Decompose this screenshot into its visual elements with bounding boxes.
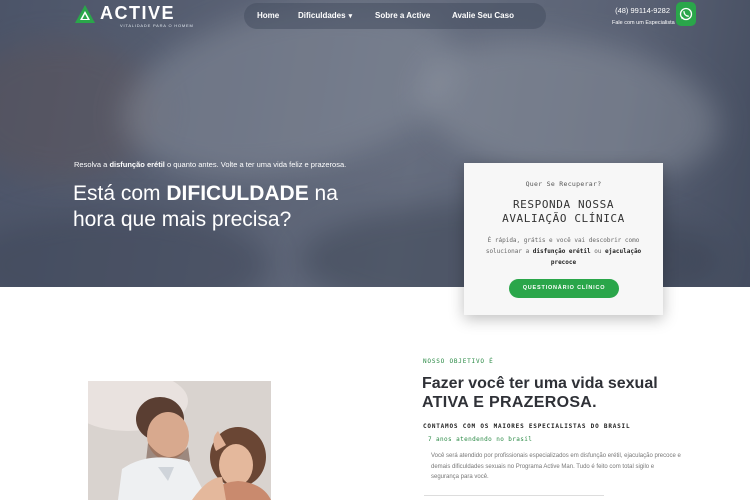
brand-logo[interactable]: ACTIVE VITALIDADE PARA O HOMEM [74, 4, 194, 28]
questionnaire-button[interactable]: QUESTIONÁRIO CLÍNICO [509, 279, 619, 298]
card-title-line: AVALIAÇÃO CLÍNICA [502, 212, 625, 225]
hero-title-text: hora que mais precisa? [73, 208, 292, 231]
hero-title: Está com DIFICULDADE na hora que mais pr… [73, 181, 338, 233]
chevron-down-icon: ▾ [348, 13, 353, 20]
brand-name: ACTIVE [100, 3, 176, 23]
hero-subtitle-text: o quanto antes. Volte a ter uma vida fel… [164, 160, 347, 169]
nav-item-label: Dificuldades [298, 11, 346, 20]
nav-item-avalie[interactable]: Avalie Seu Caso [452, 11, 514, 20]
card-kicker: Quer Se Recuperar? [525, 180, 602, 188]
couple-photo [88, 381, 271, 500]
objective-title: Fazer você ter uma vida sexual ATIVA E P… [422, 374, 658, 412]
hero-subtitle-text: Resolva a [74, 160, 110, 169]
hero-title-text: na [308, 182, 338, 205]
brand-tagline: VITALIDADE PARA O HOMEM [120, 23, 194, 28]
objective-kicker: NOSSO OBJETIVO É [423, 358, 494, 365]
clinical-evaluation-card: Quer Se Recuperar? RESPONDA NOSSA AVALIA… [464, 163, 663, 315]
nav-item-home[interactable]: Home [257, 11, 279, 20]
card-title: RESPONDA NOSSA AVALIAÇÃO CLÍNICA [464, 198, 663, 226]
specialists-subtitle: 7 anos atendendo no brasil [428, 436, 533, 443]
specialists-title: CONTAMOS COM OS MAIORES ESPECIALISTAS DO… [423, 423, 631, 430]
objective-body-text: Você será atendido por profissionais esp… [431, 453, 681, 480]
objective-title-emphasis: ATIVA E PRAZEROSA. [422, 394, 597, 411]
phone-number[interactable]: (48) 99114-9282 [612, 6, 670, 15]
main-nav: Home Dificuldades ▾ Sobre a Active Avalie… [244, 3, 546, 29]
card-text-emphasis: disfunção erétil [532, 248, 591, 255]
nav-item-label: Sobre a Active [375, 11, 431, 20]
divider [424, 495, 604, 496]
logo-triangle-icon [74, 4, 96, 24]
nav-item-sobre[interactable]: Sobre a Active [375, 11, 430, 20]
hero-title-text: Está com [73, 182, 167, 205]
card-title-line: RESPONDA NOSSA [512, 198, 615, 211]
whatsapp-icon[interactable] [676, 2, 696, 26]
hero-subtitle-emphasis: disfunção erétil [109, 160, 165, 169]
objective-title-line: Fazer você ter uma vida sexual [422, 375, 658, 392]
nav-item-label: Home [257, 11, 280, 20]
nav-item-label: Avalie Seu Caso [452, 11, 514, 20]
card-text: ou [590, 248, 606, 255]
hero-title-emphasis: DIFICULDADE [166, 182, 309, 205]
hero-subtitle: Resolva a disfunção erétil o quanto ante… [74, 160, 346, 169]
card-description: É rápida, grátis e você vai descobrir co… [484, 235, 644, 268]
contact-cta-text[interactable]: Fale com um Especialista [612, 20, 675, 26]
nav-item-dificuldades[interactable]: Dificuldades ▾ [298, 11, 352, 20]
header-contact: (48) 99114-9282 Fale com um Especialista [612, 6, 675, 26]
